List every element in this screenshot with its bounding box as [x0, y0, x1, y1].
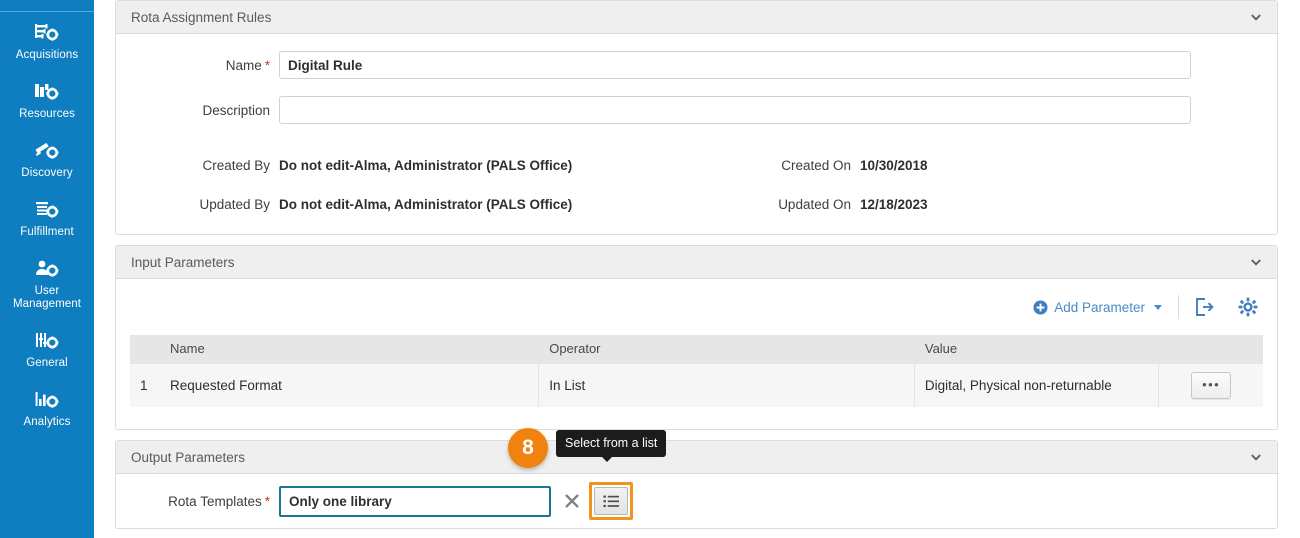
select-from-list-tooltip: Select from a list — [556, 430, 667, 462]
main-content: Rota Assignment Rules Name* Description — [94, 0, 1300, 538]
column-header-actions — [1158, 335, 1263, 363]
table-head: Name Operator Value — [130, 335, 1263, 363]
rota-templates-label: Rota Templates * — [168, 493, 270, 509]
add-parameter-label: Add Parameter — [1054, 299, 1145, 315]
sidebar-item-label: Acquisitions — [15, 49, 79, 61]
sidebar-item-general[interactable]: General — [0, 320, 94, 379]
sidebar-item-label: Resources — [19, 108, 75, 120]
sidebar-item-label: Fulfillment — [20, 226, 74, 238]
description-row: Description — [116, 90, 1277, 130]
chevron-down-icon[interactable] — [1249, 255, 1263, 269]
sidebar-top-divider — [0, 11, 94, 12]
plus-circle-icon — [1033, 300, 1048, 315]
add-parameter-button[interactable]: Add Parameter — [1033, 300, 1162, 315]
discovery-icon — [34, 139, 60, 163]
output-parameters-header: Output Parameters — [116, 441, 1277, 474]
description-input[interactable] — [279, 96, 1191, 124]
rule-metadata: Created By Do not edit-Alma, Administrat… — [116, 132, 1277, 234]
toolbar-separator — [1178, 295, 1179, 319]
created-on-value: 10/30/2018 — [860, 158, 928, 173]
rota-assignment-rules-body: Name* Description Created By Do not edit… — [116, 34, 1277, 234]
updated-on-label: Updated On — [778, 197, 851, 212]
created-row: Created By Do not edit-Alma, Administrat… — [116, 146, 1277, 185]
acquisitions-icon — [34, 21, 60, 45]
column-header-operator: Operator — [538, 335, 915, 363]
row-name: Requested Format — [160, 362, 539, 407]
input-parameters-card: Input Parameters Add Parameter Name Oper… — [115, 245, 1278, 430]
name-input[interactable] — [279, 51, 1191, 79]
required-marker: * — [264, 493, 270, 509]
sidebar-item-label: Analytics — [23, 416, 71, 428]
sidebar-item-label: User Management — [12, 285, 82, 310]
resources-icon — [34, 80, 60, 104]
card-title: Output Parameters — [131, 449, 246, 465]
output-parameters-card: Output Parameters Rota Templates * — [115, 440, 1278, 529]
analytics-icon — [34, 388, 60, 412]
rota-assignment-rules-card: Rota Assignment Rules Name* Description — [115, 0, 1278, 235]
main-sidebar: Acquisitions Resources Discovery Fulfill… — [0, 0, 94, 538]
output-parameters-body: Rota Templates * — [116, 474, 1277, 528]
sidebar-item-label: General — [26, 357, 68, 369]
rota-templates-input[interactable] — [279, 485, 551, 517]
updated-by-label: Updated By — [199, 197, 270, 212]
sidebar-item-analytics[interactable]: Analytics — [0, 379, 94, 438]
card-title: Rota Assignment Rules — [131, 9, 272, 25]
name-label: Name * — [225, 57, 270, 73]
row-operator: In List — [538, 362, 915, 407]
updated-by-value: Do not edit-Alma, Administrator (PALS Of… — [279, 197, 573, 212]
caret-down-icon — [1154, 304, 1162, 310]
name-row: Name * — [116, 45, 1277, 85]
column-header-value: Value — [913, 335, 1159, 363]
description-label: Description — [202, 102, 270, 118]
created-by-label: Created By — [202, 158, 270, 173]
sidebar-item-resources[interactable]: Resources — [0, 71, 94, 130]
row-index: 1 — [130, 362, 161, 407]
input-parameters-body: Add Parameter Name Operator Value 1 Requ… — [116, 279, 1277, 407]
fulfillment-icon — [34, 198, 60, 222]
table-body: 1 Requested Format In List Digital, Phys… — [130, 362, 1263, 407]
created-on-label: Created On — [781, 158, 851, 173]
created-by-value: Do not edit-Alma, Administrator (PALS Of… — [279, 158, 573, 173]
updated-row: Updated By Do not edit-Alma, Administrat… — [116, 185, 1277, 224]
sidebar-item-fulfillment[interactable]: Fulfillment — [0, 189, 94, 248]
gear-icon[interactable] — [1237, 296, 1259, 318]
required-marker: * — [264, 57, 270, 73]
rota-templates-row: Rota Templates * — [116, 474, 1277, 528]
rota-assignment-rules-header: Rota Assignment Rules — [116, 1, 1277, 34]
tooltip-text: Select from a list — [565, 436, 658, 450]
column-header-index — [130, 335, 161, 363]
column-header-name: Name — [160, 335, 539, 363]
card-title: Input Parameters — [131, 254, 235, 270]
select-from-list-button[interactable] — [594, 487, 628, 515]
callout-badge-8: 8 — [508, 428, 548, 468]
app-root: Acquisitions Resources Discovery Fulfill… — [0, 0, 1300, 538]
input-parameters-toolbar: Add Parameter — [116, 279, 1277, 335]
table-row[interactable]: 1 Requested Format In List Digital, Phys… — [130, 362, 1263, 407]
updated-on-value: 12/18/2023 — [860, 197, 928, 212]
sidebar-item-user-management[interactable]: User Management — [0, 248, 94, 320]
export-icon[interactable] — [1193, 296, 1215, 318]
close-x-icon[interactable] — [561, 490, 583, 512]
chevron-down-icon[interactable] — [1249, 10, 1263, 24]
row-actions-cell: ••• — [1158, 362, 1263, 407]
user-management-icon — [34, 257, 60, 281]
row-actions-button[interactable]: ••• — [1191, 371, 1232, 399]
input-parameters-table: Name Operator Value 1 Requested Format I… — [130, 335, 1263, 407]
input-parameters-header: Input Parameters — [116, 246, 1277, 279]
select-from-list-highlight — [589, 482, 633, 520]
table-header-row: Name Operator Value — [130, 335, 1263, 363]
sidebar-item-label: Discovery — [21, 167, 73, 179]
callout-number: 8 — [522, 436, 534, 459]
row-value: Digital, Physical non-returnable — [913, 362, 1159, 407]
chevron-down-icon[interactable] — [1249, 450, 1263, 464]
general-icon — [34, 329, 60, 353]
sidebar-item-acquisitions[interactable]: Acquisitions — [0, 12, 94, 71]
sidebar-item-discovery[interactable]: Discovery — [0, 130, 94, 189]
